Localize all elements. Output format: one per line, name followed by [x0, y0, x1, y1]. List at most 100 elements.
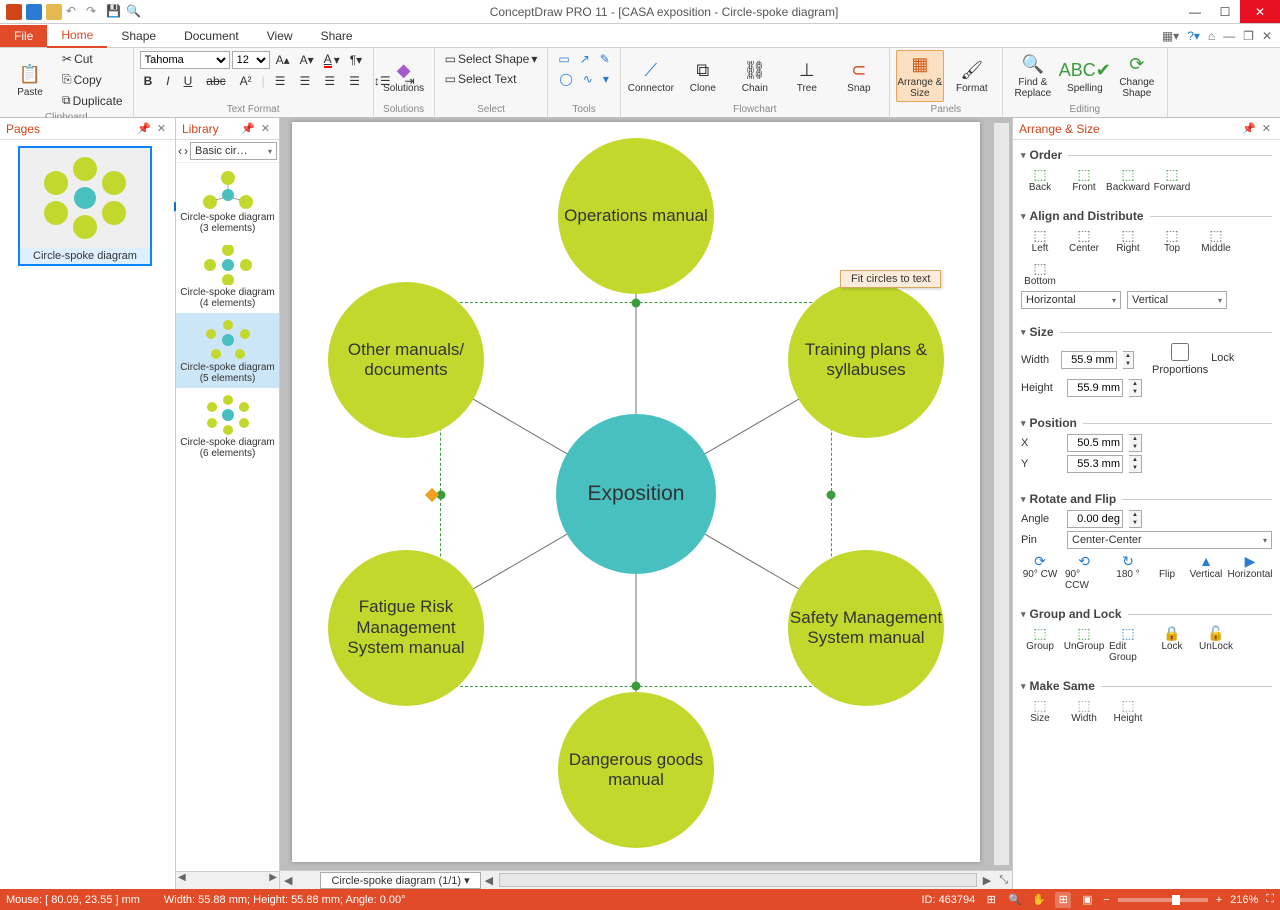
tab-shape[interactable]: Shape — [107, 25, 170, 47]
qat-find-icon[interactable]: 🔍 — [126, 4, 142, 20]
copy-button[interactable]: ⎘ Copy — [58, 70, 127, 89]
close-ribbon-icon[interactable]: ✕ — [1262, 29, 1272, 43]
italic-button[interactable]: I — [162, 72, 173, 90]
qat-undo-icon[interactable]: ↶ — [66, 4, 82, 20]
tab-nav-first[interactable]: ◀ — [280, 874, 296, 887]
arrange-size-button[interactable]: ▦Arrange & Size — [896, 50, 944, 102]
chain-button[interactable]: ⛓Chain — [731, 50, 779, 102]
width-input[interactable] — [1061, 351, 1117, 369]
pin-select[interactable]: Center-Center — [1067, 531, 1272, 549]
status-hand-icon[interactable]: ✋ — [1031, 892, 1047, 908]
curve-tool-icon[interactable]: ∿ — [579, 70, 597, 88]
spoke-5[interactable]: Other manuals/ documents — [328, 282, 484, 438]
tab-share[interactable]: Share — [307, 25, 367, 47]
close-icon[interactable]: ✕ — [1259, 122, 1274, 135]
underline-button[interactable]: U — [180, 72, 197, 90]
line-tool-icon[interactable]: ↗ — [576, 50, 594, 68]
minimize-button[interactable]: — — [1180, 0, 1210, 23]
spinner[interactable]: ▲▼ — [1129, 510, 1142, 528]
forward-button[interactable]: ⬚Forward — [1153, 166, 1191, 193]
status-zoom-in-icon[interactable]: + — [1216, 894, 1222, 906]
maximize-button[interactable]: ☐ — [1210, 0, 1240, 23]
lock-button[interactable]: 🔒Lock — [1153, 625, 1191, 663]
distribute-vertical[interactable]: Vertical — [1127, 291, 1227, 309]
flip-h-button[interactable]: ▶Horizontal — [1231, 553, 1269, 591]
align-left-button[interactable]: ⬚Left — [1021, 227, 1059, 254]
align-right-button[interactable]: ⬚Right — [1109, 227, 1147, 254]
pin-icon[interactable]: 📌 — [1239, 122, 1259, 135]
bullets-button[interactable]: ☰ — [271, 72, 290, 90]
rect-tool-icon[interactable]: ▭ — [554, 50, 573, 68]
ungroup-button[interactable]: ⬚UnGroup — [1065, 625, 1103, 663]
spinner[interactable]: ▲▼ — [1129, 455, 1142, 473]
shrink-font-icon[interactable]: A▾ — [296, 51, 318, 69]
status-find-icon[interactable]: 🔍 — [1007, 892, 1023, 908]
section-position[interactable]: Position — [1021, 416, 1272, 430]
grow-font-icon[interactable]: A▴ — [272, 51, 294, 69]
select-shape-button[interactable]: ▭ Select Shape ▾ — [441, 50, 542, 68]
x-input[interactable] — [1067, 434, 1123, 452]
same-size-button[interactable]: ⬚Size — [1021, 697, 1059, 724]
horizontal-scrollbar[interactable] — [499, 873, 977, 887]
close-button[interactable]: ✕ — [1240, 0, 1280, 23]
align-left-button[interactable]: ☰ — [296, 72, 315, 90]
duplicate-button[interactable]: ⧉ Duplicate — [58, 91, 127, 110]
status-fullscreen-icon[interactable]: ⛶ — [1266, 893, 1274, 906]
ellipse-tool-icon[interactable]: ◯ — [555, 70, 576, 88]
rotate-cw-button[interactable]: ⟳90° CW — [1021, 553, 1059, 591]
align-top-button[interactable]: ⬚Top — [1153, 227, 1191, 254]
qat-open-icon[interactable] — [46, 4, 62, 20]
status-fit-icon[interactable]: ▣ — [1079, 892, 1095, 908]
y-input[interactable] — [1067, 455, 1123, 473]
min-ribbon-icon[interactable]: — — [1223, 29, 1235, 43]
help-icon[interactable]: ?▾ — [1187, 29, 1200, 43]
spelling-button[interactable]: ABC✔Spelling — [1061, 50, 1109, 102]
spinner[interactable]: ▲▼ — [1129, 379, 1142, 397]
select-text-button[interactable]: ▭ Select Text — [441, 70, 521, 88]
status-zoom-value[interactable]: 216% — [1230, 894, 1258, 906]
align-center-button[interactable]: ⬚Center — [1065, 227, 1103, 254]
tab-view[interactable]: View — [253, 25, 307, 47]
distribute-horizontal[interactable]: Horizontal — [1021, 291, 1121, 309]
strikethrough-button[interactable]: abc — [202, 72, 229, 90]
lib-item-5[interactable]: Circle-spoke diagram (5 elements) — [176, 313, 279, 388]
spoke-2[interactable]: Safety Management System manual — [788, 550, 944, 706]
status-zoom-out-icon[interactable]: − — [1103, 894, 1109, 906]
change-shape-button[interactable]: ⟳Change Shape — [1113, 50, 1161, 102]
lib-scroll-right[interactable]: ▶ — [269, 872, 277, 889]
tab-document[interactable]: Document — [170, 25, 253, 47]
lib-scroll-left[interactable]: ◀ — [178, 872, 186, 889]
center-circle[interactable]: Exposition — [556, 414, 716, 574]
unlock-button[interactable]: 🔓UnLock — [1197, 625, 1235, 663]
edit-group-button[interactable]: ⬚Edit Group — [1109, 625, 1147, 663]
library-dropdown[interactable]: Basic cir… — [190, 142, 277, 160]
spoke-0[interactable]: Operations manual — [558, 138, 714, 294]
page-thumbnail[interactable]: Circle-spoke diagram — [18, 146, 152, 266]
hscroll-left[interactable]: ◀ — [481, 874, 497, 887]
section-group[interactable]: Group and Lock — [1021, 607, 1272, 621]
same-width-button[interactable]: ⬚Width — [1065, 697, 1103, 724]
spinner[interactable]: ▲▼ — [1123, 351, 1134, 369]
lib-item-6[interactable]: Circle-spoke diagram (6 elements) — [176, 388, 279, 463]
connector-button[interactable]: ⟋Connector — [627, 50, 675, 102]
align-bottom-button[interactable]: ⬚Bottom — [1021, 260, 1059, 287]
restore-ribbon-icon[interactable]: ❐ — [1243, 29, 1254, 43]
rotate-180-button[interactable]: ↻180 ° — [1109, 553, 1147, 591]
flip-v-button[interactable]: ▲Vertical — [1187, 553, 1225, 591]
spinner[interactable]: ▲▼ — [1129, 434, 1142, 452]
section-align[interactable]: Align and Distribute — [1021, 209, 1272, 223]
font-size-select[interactable]: 12 — [232, 51, 270, 69]
resize-grip-icon[interactable]: ⤡ — [995, 874, 1012, 887]
spoke-3[interactable]: Dangerous goods manual — [558, 692, 714, 848]
zoom-slider[interactable] — [1118, 898, 1208, 902]
qat-save-icon[interactable]: 💾 — [106, 4, 122, 20]
align-center-button[interactable]: ☰ — [320, 72, 339, 90]
status-snap-icon[interactable]: ⊞ — [983, 892, 999, 908]
tab-home[interactable]: Home — [47, 24, 107, 48]
canvas-scroll[interactable]: Exposition Operations manual Training pl… — [280, 118, 1012, 870]
font-color-icon[interactable]: A▾ — [320, 50, 344, 70]
bold-button[interactable]: B — [140, 72, 157, 90]
format-button[interactable]: 🖌Format — [948, 50, 996, 102]
section-rotate[interactable]: Rotate and Flip — [1021, 492, 1272, 506]
paragraph-icon[interactable]: ¶▾ — [346, 51, 366, 69]
